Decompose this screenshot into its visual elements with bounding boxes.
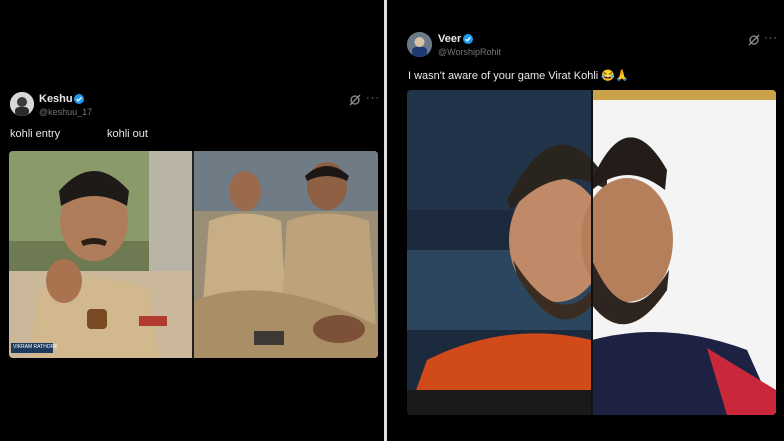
author-name[interactable]: Veer [438,33,461,45]
more-icon[interactable]: ··· [764,32,778,44]
post-text: I wasn't aware of your game Virat Kohli … [408,70,629,82]
verified-badge-icon [74,94,84,104]
grok-icon[interactable] [748,33,760,46]
author-name[interactable]: Keshu [39,93,73,105]
post-image[interactable]: VIKRAM RATHORE [9,151,378,358]
caption-left: kohli entry [10,128,61,140]
author-handle[interactable]: @keshuu_17 [39,107,92,117]
avatar[interactable] [10,92,34,116]
more-icon[interactable]: ··· [366,92,380,104]
grok-icon[interactable] [349,93,361,106]
verified-badge-icon [463,34,473,44]
author-handle[interactable]: @WorshipRohit [438,47,501,57]
post-image[interactable] [407,90,776,415]
panel-divider [384,0,387,441]
avatar[interactable] [407,32,432,57]
caption-right: kohli out [107,128,148,140]
image-badge: VIKRAM RATHORE [13,344,58,350]
